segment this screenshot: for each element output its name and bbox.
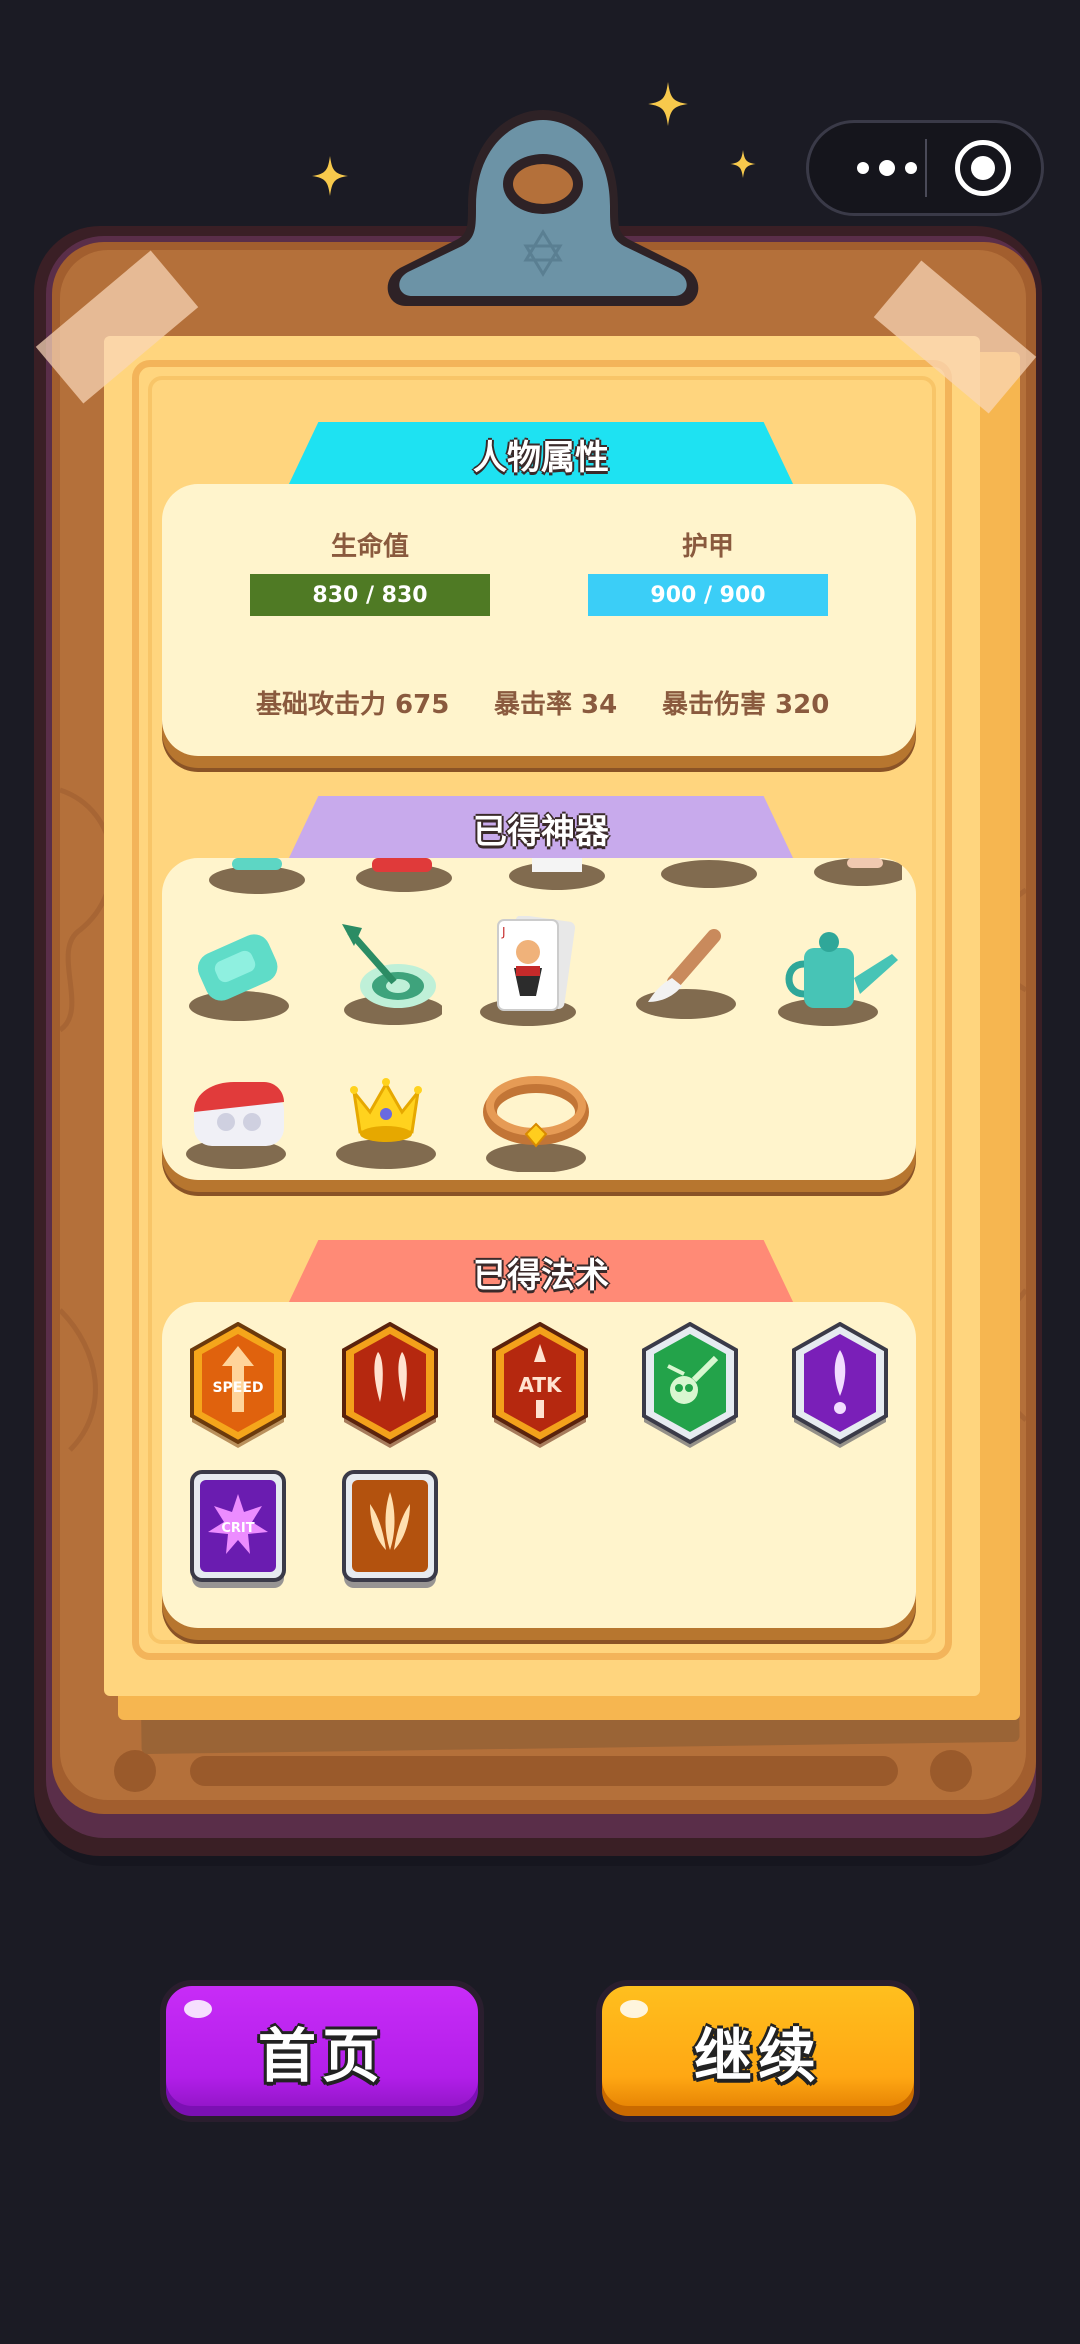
hp-bar: 830 / 830 xyxy=(250,574,490,616)
armor-bar: 900 / 900 xyxy=(588,574,828,616)
artifacts-panel: J xyxy=(162,858,916,1180)
spells-panel: SPEED ATK CRIT xyxy=(162,1302,916,1628)
crit-rate-stat: 暴击率 34 xyxy=(494,690,618,720)
continue-button-label: 继续 xyxy=(693,2022,822,2090)
board-bottom-rail xyxy=(190,1756,898,1786)
mini-program-capsule xyxy=(806,120,1044,216)
continue-button[interactable]: 继续 xyxy=(596,1980,920,2122)
target-circle-icon[interactable] xyxy=(955,140,1011,196)
spell-label: CRIT xyxy=(221,1521,254,1536)
purple-bolt-icon[interactable] xyxy=(790,1321,890,1450)
watering-can-icon[interactable] xyxy=(776,908,898,1026)
button-gloss xyxy=(620,2000,648,2018)
board-screw xyxy=(930,1750,972,1792)
spells-tab: 已得法术 xyxy=(288,1240,794,1304)
double-claw-icon[interactable] xyxy=(340,1321,440,1450)
triple-shot-icon[interactable] xyxy=(340,1470,440,1598)
soap-icon[interactable] xyxy=(184,916,294,1026)
capsule-divider xyxy=(925,139,927,197)
artifacts-tab: 已得神器 xyxy=(288,796,794,860)
more-dots-icon[interactable] xyxy=(837,123,937,213)
speed-icon[interactable]: SPEED xyxy=(188,1321,288,1450)
hp-label: 生命值 xyxy=(330,532,409,562)
spell-label: SPEED xyxy=(212,1380,263,1396)
attributes-panel: 生命值 830 / 830 护甲 900 / 900 基础攻击力 675 暴击率… xyxy=(162,484,916,756)
brush-icon[interactable] xyxy=(628,916,738,1026)
skull-icon[interactable] xyxy=(640,1321,740,1450)
earbuds-case-icon[interactable] xyxy=(184,1062,294,1172)
artifacts-scrolled-row xyxy=(209,858,902,894)
crit-damage-stat: 暴击伤害 320 xyxy=(662,690,830,720)
attack-stat: 基础攻击力 675 xyxy=(256,690,450,720)
gold-ring-icon[interactable] xyxy=(480,1062,590,1173)
crown-icon[interactable] xyxy=(332,1062,442,1172)
atk-icon[interactable]: ATK xyxy=(490,1321,590,1450)
board-screw xyxy=(114,1750,156,1792)
spell-label: ATK xyxy=(518,1373,563,1397)
playing-card-icon[interactable]: J xyxy=(480,915,590,1026)
home-button-label: 首页 xyxy=(257,2022,386,2090)
crit-icon[interactable]: CRIT xyxy=(188,1470,288,1598)
dart-target-icon[interactable] xyxy=(332,916,444,1026)
svg-text:J: J xyxy=(501,925,506,939)
attributes-tab: 人物属性 xyxy=(288,422,794,486)
clipboard-clip xyxy=(376,110,710,306)
button-gloss xyxy=(184,2000,212,2018)
home-button[interactable]: 首页 xyxy=(160,1980,484,2122)
armor-label: 护甲 xyxy=(681,532,734,562)
